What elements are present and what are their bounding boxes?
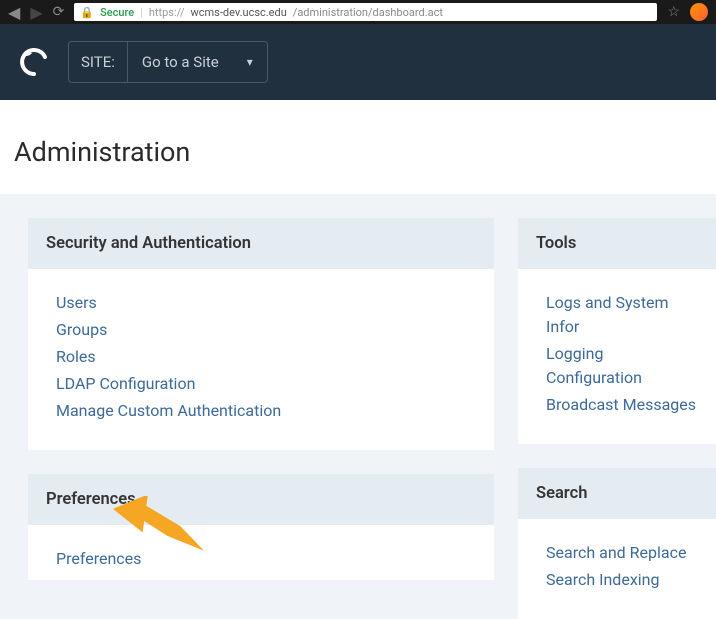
site-picker-label: SITE: [69, 53, 127, 71]
list-item: LDAP Configuration [56, 372, 476, 396]
panel-header-tools: Tools [518, 218, 716, 269]
link-roles[interactable]: Roles [56, 347, 96, 366]
list-item: Users [56, 291, 476, 315]
content-area: Security and Authentication Users Groups… [0, 194, 716, 619]
bookmark-icon[interactable]: ☆ [667, 4, 680, 20]
secure-label: Secure [100, 6, 134, 19]
panel-search: Search Search and Replace Search Indexin… [518, 468, 716, 619]
page-title: Administration [0, 100, 716, 194]
link-users[interactable]: Users [56, 293, 97, 312]
list-item: Logs and System Infor [546, 291, 698, 339]
link-manage-custom-authentication[interactable]: Manage Custom Authentication [56, 401, 281, 420]
app-topbar: SITE: Go to a Site ▾ [0, 24, 716, 100]
panel-security: Security and Authentication Users Groups… [28, 218, 494, 450]
panel-header-search: Search [518, 468, 716, 519]
panel-header-security: Security and Authentication [28, 218, 494, 269]
separator: | [140, 6, 143, 19]
link-preferences[interactable]: Preferences [56, 549, 141, 568]
lock-icon: 🔒 [80, 6, 94, 19]
list-item: Search Indexing [546, 568, 698, 592]
list-item: Groups [56, 318, 476, 342]
list-item: Manage Custom Authentication [56, 399, 476, 423]
list-item: Roles [56, 345, 476, 369]
link-broadcast-messages[interactable]: Broadcast Messages [546, 395, 696, 414]
app-logo-icon[interactable] [18, 46, 50, 78]
url-protocol: https:// [149, 6, 185, 19]
back-button[interactable]: ◀ [8, 3, 20, 22]
link-search-indexing[interactable]: Search Indexing [546, 570, 659, 589]
link-ldap-configuration[interactable]: LDAP Configuration [56, 374, 195, 393]
list-item: Preferences [56, 547, 476, 571]
url-path: /administration/dashboard.act [293, 6, 443, 19]
site-picker-text: Go to a Site [142, 53, 219, 71]
link-logs-system-info[interactable]: Logs and System Infor [546, 293, 669, 336]
profile-avatar[interactable] [690, 3, 708, 21]
panel-preferences: Preferences Preferences [28, 474, 494, 580]
list-item: Logging Configuration [546, 342, 698, 390]
list-item: Broadcast Messages [546, 393, 698, 417]
forward-button[interactable]: ▶ [30, 3, 42, 22]
browser-chrome-bar: ◀ ▶ ⟳ 🔒 Secure | https:// wcms-dev.ucsc.e… [0, 0, 716, 24]
site-picker-value[interactable]: Go to a Site ▾ [128, 53, 267, 71]
link-search-replace[interactable]: Search and Replace [546, 543, 686, 562]
panel-header-preferences: Preferences [28, 474, 494, 525]
link-groups[interactable]: Groups [56, 320, 107, 339]
chevron-down-icon: ▾ [247, 55, 253, 69]
url-domain: wcms-dev.ucsc.edu [191, 6, 287, 19]
link-logging-configuration[interactable]: Logging Configuration [546, 344, 642, 387]
panel-tools: Tools Logs and System Infor Logging Conf… [518, 218, 716, 444]
reload-button[interactable]: ⟳ [53, 4, 65, 20]
address-bar[interactable]: 🔒 Secure | https:// wcms-dev.ucsc.edu/adm… [74, 3, 657, 21]
site-picker[interactable]: SITE: Go to a Site ▾ [68, 41, 268, 83]
list-item: Search and Replace [546, 541, 698, 565]
